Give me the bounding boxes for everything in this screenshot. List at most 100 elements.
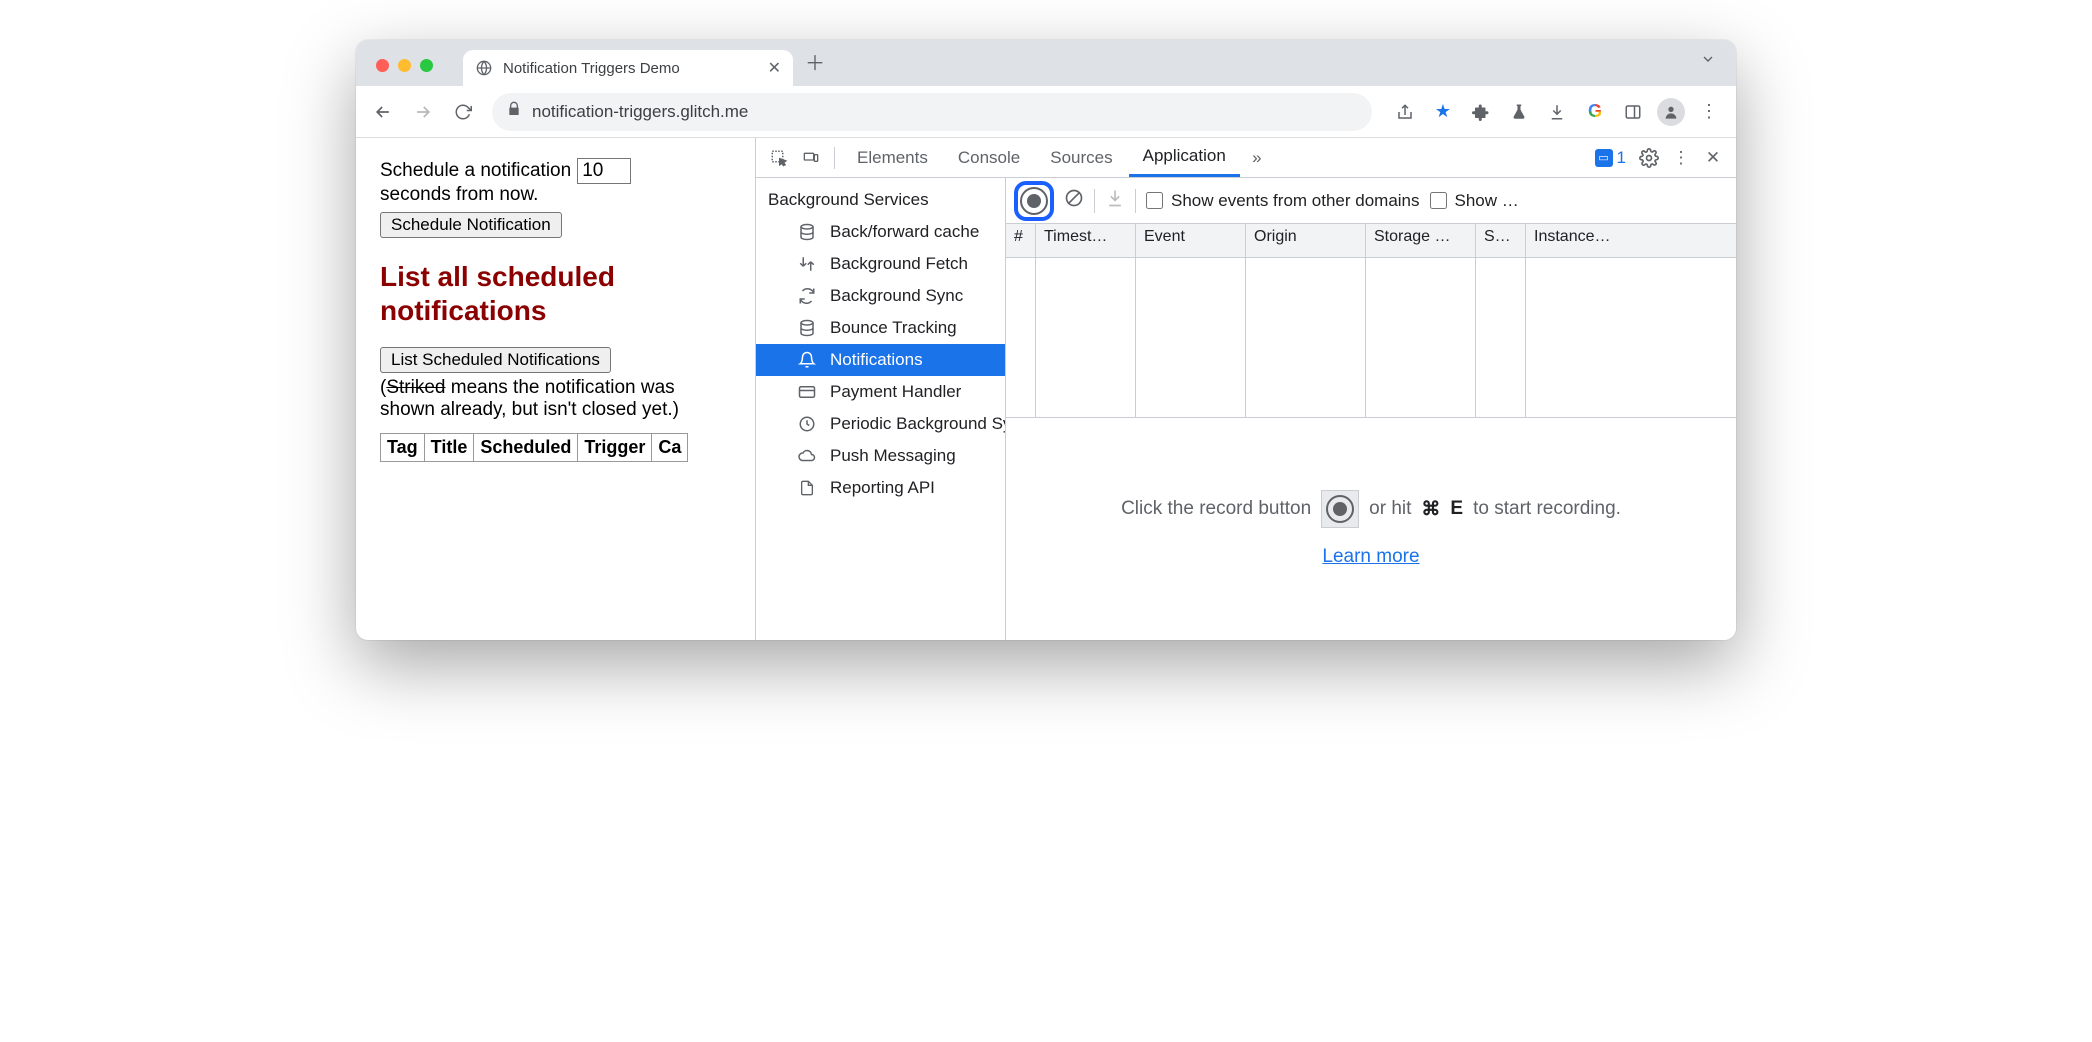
events-table-header: # Timest… Event Origin Storage … S… Inst… (1006, 224, 1736, 258)
cloud-icon (796, 445, 818, 467)
issues-icon: ▭ (1595, 149, 1613, 167)
sync-icon (796, 285, 818, 307)
col-index[interactable]: # (1006, 224, 1036, 257)
sidebar-item-bounce[interactable]: Bounce Tracking (756, 312, 1005, 344)
sidebar-item-periodic[interactable]: Periodic Background Sync (756, 408, 1005, 440)
record-button-inline[interactable] (1321, 490, 1359, 528)
tabs-dropdown-icon[interactable] (1700, 51, 1716, 72)
sidebar-label: Payment Handler (830, 382, 961, 402)
url-text: notification-triggers.glitch.me (532, 102, 748, 122)
sidebar-item-bgsync[interactable]: Background Sync (756, 280, 1005, 312)
col-scheduled: Scheduled (474, 434, 578, 462)
empty-text-3: to start recording. (1473, 498, 1621, 520)
tab-console[interactable]: Console (944, 138, 1034, 177)
sidebar-item-payment[interactable]: Payment Handler (756, 376, 1005, 408)
notifications-toolbar: Show events from other domains Show … (1006, 178, 1736, 224)
seconds-input[interactable] (577, 158, 631, 184)
side-panel-icon[interactable] (1616, 95, 1650, 129)
shortcut-key: E (1450, 498, 1463, 520)
database-icon (796, 221, 818, 243)
empty-text-2: or hit (1369, 498, 1411, 520)
events-table-body (1006, 258, 1736, 418)
col-s[interactable]: S… (1476, 224, 1526, 257)
browser-window: Notification Triggers Demo ✕ ＋ notificat… (356, 40, 1736, 640)
close-tab-icon[interactable]: ✕ (768, 58, 781, 78)
show-truncated-checkbox[interactable]: Show … (1430, 191, 1519, 211)
inspect-element-icon[interactable] (764, 138, 794, 177)
checkbox-input[interactable] (1146, 192, 1163, 209)
minimize-window-button[interactable] (398, 59, 411, 72)
close-devtools-icon[interactable]: ✕ (1698, 138, 1728, 177)
toolbar-actions: ★ G ⋮ (1388, 95, 1726, 129)
devtools-panel: Elements Console Sources Application » ▭… (756, 138, 1736, 640)
devtools-menu-icon[interactable]: ⋮ (1666, 138, 1696, 177)
bell-icon (796, 349, 818, 371)
lock-icon (506, 101, 522, 122)
devtools-tab-bar: Elements Console Sources Application » ▭… (756, 138, 1736, 178)
bookmark-star-icon[interactable]: ★ (1426, 95, 1460, 129)
clear-icon[interactable] (1064, 188, 1084, 213)
content-area: Schedule a notification seconds from now… (356, 138, 1736, 640)
overflow-menu-icon[interactable]: ⋮ (1692, 95, 1726, 129)
google-icon[interactable]: G (1578, 95, 1612, 129)
address-bar[interactable]: notification-triggers.glitch.me (492, 93, 1372, 131)
sidebar-item-push[interactable]: Push Messaging (756, 440, 1005, 472)
database-icon (796, 317, 818, 339)
tab-sources[interactable]: Sources (1036, 138, 1126, 177)
clock-icon (796, 413, 818, 435)
schedule-notification-button[interactable]: Schedule Notification (380, 212, 562, 238)
checkbox-label: Show … (1455, 191, 1519, 211)
globe-icon (475, 59, 493, 77)
col-event[interactable]: Event (1136, 224, 1246, 257)
sidebar-item-bgfetch[interactable]: Background Fetch (756, 248, 1005, 280)
sidebar-label: Periodic Background Sync (830, 414, 1005, 434)
sidebar-label: Background Fetch (830, 254, 968, 274)
tab-strip: Notification Triggers Demo ✕ ＋ (356, 40, 1736, 86)
issues-count: 1 (1617, 148, 1626, 168)
new-tab-button[interactable]: ＋ (805, 47, 825, 76)
back-button[interactable] (366, 95, 400, 129)
browser-tab[interactable]: Notification Triggers Demo ✕ (463, 50, 793, 86)
settings-gear-icon[interactable] (1634, 138, 1664, 177)
record-button-highlight (1014, 181, 1054, 221)
transfer-icon (796, 253, 818, 275)
learn-more-link[interactable]: Learn more (1322, 546, 1419, 568)
more-tabs-icon[interactable]: » (1242, 138, 1272, 177)
col-origin[interactable]: Origin (1246, 224, 1366, 257)
show-other-domains-checkbox[interactable]: Show events from other domains (1146, 191, 1420, 211)
device-toolbar-icon[interactable] (796, 138, 826, 177)
schedule-prefix: Schedule a notification (380, 160, 571, 182)
list-notifications-button[interactable]: List Scheduled Notifications (380, 347, 611, 373)
col-timestamp[interactable]: Timest… (1036, 224, 1136, 257)
close-window-button[interactable] (376, 59, 389, 72)
sidebar-item-notifications[interactable]: Notifications (756, 344, 1005, 376)
col-tag: Tag (381, 434, 425, 462)
col-title: Title (424, 434, 474, 462)
labs-flask-icon[interactable] (1502, 95, 1536, 129)
extensions-icon[interactable] (1464, 95, 1498, 129)
sidebar-item-bfcache[interactable]: Back/forward cache (756, 216, 1005, 248)
tab-application[interactable]: Application (1129, 138, 1240, 177)
file-icon (796, 477, 818, 499)
save-icon[interactable] (1105, 188, 1125, 213)
col-truncated: Ca (652, 434, 688, 462)
window-controls (376, 59, 433, 72)
checkbox-input[interactable] (1430, 192, 1447, 209)
col-instance[interactable]: Instance… (1526, 224, 1736, 257)
tab-elements[interactable]: Elements (843, 138, 942, 177)
record-button[interactable] (1020, 187, 1048, 215)
downloads-icon[interactable] (1540, 95, 1574, 129)
maximize-window-button[interactable] (420, 59, 433, 72)
issues-badge[interactable]: ▭ 1 (1589, 148, 1632, 168)
page-heading: List all scheduled notifications (380, 260, 731, 327)
col-trigger: Trigger (578, 434, 652, 462)
sidebar-item-reporting[interactable]: Reporting API (756, 472, 1005, 504)
empty-text-1: Click the record button (1121, 498, 1311, 520)
forward-button[interactable] (406, 95, 440, 129)
profile-avatar[interactable] (1654, 95, 1688, 129)
share-icon[interactable] (1388, 95, 1422, 129)
reload-button[interactable] (446, 95, 480, 129)
rendered-page: Schedule a notification seconds from now… (356, 138, 756, 640)
col-storage[interactable]: Storage … (1366, 224, 1476, 257)
card-icon (796, 381, 818, 403)
